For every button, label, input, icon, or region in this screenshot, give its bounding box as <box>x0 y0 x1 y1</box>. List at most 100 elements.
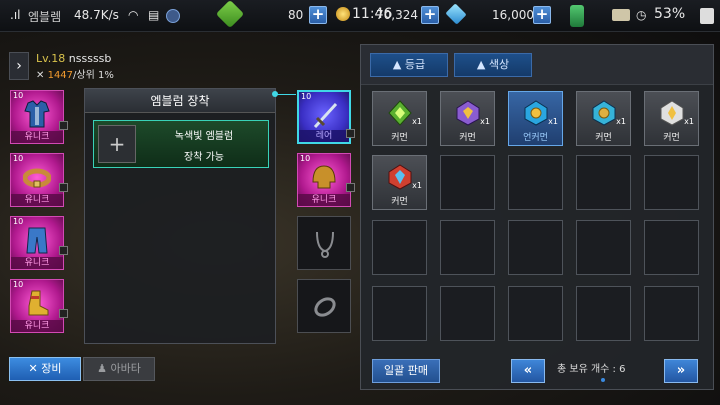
emblem-slot-status: 장착 가능 <box>184 152 224 163</box>
net-speed: 48.7K/s <box>74 8 119 22</box>
filter-grade-button[interactable]: ▲ 등급 <box>370 53 448 77</box>
inventory-item[interactable]: x1 커먼 <box>440 91 495 146</box>
emblem-add-button[interactable]: + <box>98 125 136 163</box>
slot-level: 10 <box>13 91 24 100</box>
white-gem-icon <box>660 100 684 126</box>
slot-lock-icon <box>59 183 68 192</box>
tab-equip-label: 장비 <box>41 362 62 375</box>
slot-level: 10 <box>300 154 311 163</box>
inventory-empty-slot[interactable] <box>644 220 699 275</box>
necklace-icon <box>316 231 334 258</box>
player-name: nsssssb <box>68 52 112 65</box>
signal-icon: .ıl <box>10 8 21 22</box>
inventory-item[interactable]: x1 언커먼 <box>508 91 563 146</box>
slot-grade: 유니크 <box>11 320 63 332</box>
prev-page-button[interactable]: « <box>511 359 545 383</box>
green-gem-icon <box>388 100 412 126</box>
item-qty: x1 <box>616 117 626 126</box>
emblem-panel: 엠블럼 장착 + 녹색빛 엠블럼 장착 가능 <box>84 88 276 344</box>
wifi-icon: ◠ <box>128 8 139 22</box>
slot-level: 10 <box>13 154 24 163</box>
item-grade: 커먼 <box>663 133 680 143</box>
blue-gem-icon <box>524 100 548 126</box>
filter-color-button[interactable]: ▲ 색상 <box>454 53 532 77</box>
next-page-button[interactable]: » <box>664 359 698 383</box>
cyan-gem-icon <box>592 100 616 126</box>
inventory-empty-slot[interactable] <box>508 155 563 210</box>
item-grade: 커먼 <box>595 133 612 143</box>
add-gems-button[interactable]: + <box>533 6 551 24</box>
level-text: Lv.18 <box>36 52 66 65</box>
item-qty: x1 <box>412 117 422 126</box>
equip-slot-weapon[interactable]: 10 레어 <box>297 90 351 144</box>
inventory-empty-slot[interactable] <box>576 155 631 210</box>
avatar-icon: ♟ <box>97 362 107 375</box>
item-grade: 커먼 <box>459 133 476 143</box>
inventory-empty-slot[interactable] <box>644 286 699 341</box>
equip-slot-belt[interactable]: 10 유니크 <box>10 153 64 207</box>
slot-lock-icon <box>59 246 68 255</box>
add-gold-button[interactable]: + <box>421 6 439 24</box>
inventory-empty-slot[interactable] <box>440 220 495 275</box>
item-grade: 커먼 <box>391 133 408 143</box>
helmet-icon <box>312 165 336 189</box>
item-qty: x1 <box>684 117 694 126</box>
inventory-item[interactable]: x1 커먼 <box>576 91 631 146</box>
red-gem-icon <box>388 164 412 190</box>
inventory-empty-slot[interactable] <box>644 155 699 210</box>
equip-slot-helmet[interactable]: 10 유니크 <box>297 153 351 207</box>
ring-icon <box>314 297 336 317</box>
inventory-item[interactable]: x1 커먼 <box>644 91 699 146</box>
stamina-value: 80 <box>288 8 304 22</box>
equip-slot-pants[interactable]: 10 유니크 <box>10 216 64 270</box>
inventory-item[interactable]: x1 커먼 <box>372 155 427 210</box>
slot-lock-icon <box>346 129 355 138</box>
item-qty: x1 <box>412 181 422 190</box>
inventory-header: ▲ 등급 ▲ 색상 <box>361 45 713 85</box>
gold-coin-icon <box>336 7 350 21</box>
inventory-empty-slot[interactable] <box>576 286 631 341</box>
slot-lock-icon <box>346 183 355 192</box>
equip-slot-ring[interactable] <box>297 279 351 333</box>
slot-level: 10 <box>13 217 24 226</box>
crossed-swords-icon: ✕ <box>36 70 45 81</box>
inventory-empty-slot[interactable] <box>508 220 563 275</box>
inventory-panel: ▲ 등급 ▲ 색상 x1 커먼 x1 커먼 x1 언커먼 x1 커먼 x1 커먼… <box>360 44 714 390</box>
item-grade: 커먼 <box>391 197 408 207</box>
gold-value: 70,324 <box>376 8 418 22</box>
connector-dot <box>272 91 278 97</box>
inventory-item[interactable]: x1 커먼 <box>372 91 427 146</box>
inventory-empty-slot[interactable] <box>372 220 427 275</box>
equip-slot-armor[interactable]: 10 유니크 <box>10 90 64 144</box>
gem-icon <box>445 3 467 25</box>
sell-all-button[interactable]: 일괄 판매 <box>372 359 440 383</box>
slot-grade: 유니크 <box>11 257 63 269</box>
tab-avatar[interactable]: ♟ 아바타 <box>83 357 155 381</box>
gems-value: 16,000 <box>492 8 534 22</box>
slot-grade: 유니크 <box>11 131 63 143</box>
profile-rank: ✕ 1447/상위 1% <box>36 66 114 81</box>
item-grade: 언커먼 <box>523 133 548 143</box>
equip-slot-necklace[interactable] <box>297 216 351 270</box>
tab-equip[interactable]: ✕ 장비 <box>9 357 81 381</box>
sword-icon <box>313 102 338 129</box>
add-stamina-button[interactable]: + <box>309 6 327 24</box>
inventory-empty-slot[interactable] <box>576 220 631 275</box>
inventory-empty-slot[interactable] <box>508 286 563 341</box>
sim-icon: ▤ <box>148 8 160 22</box>
purple-gem-icon <box>456 100 480 126</box>
battery-percent: 53% <box>654 6 686 22</box>
slot-lock-icon <box>59 121 68 130</box>
slot-level: 10 <box>13 280 24 289</box>
inventory-empty-slot[interactable] <box>440 286 495 341</box>
inventory-empty-slot[interactable] <box>372 286 427 341</box>
emblem-slot[interactable]: + 녹색빛 엠블럼 장착 가능 <box>93 120 269 168</box>
rank-value: 1447 <box>47 70 74 81</box>
equip-slot-boots[interactable]: 10 유니크 <box>10 279 64 333</box>
profile-expand-button[interactable]: › <box>9 52 29 80</box>
total-count: 총 보유 개수 : 6 <box>557 364 626 375</box>
slot-grade: 유니크 <box>298 194 350 206</box>
inventory-empty-slot[interactable] <box>440 155 495 210</box>
help-icon[interactable] <box>166 9 180 23</box>
slot-lock-icon <box>59 309 68 318</box>
